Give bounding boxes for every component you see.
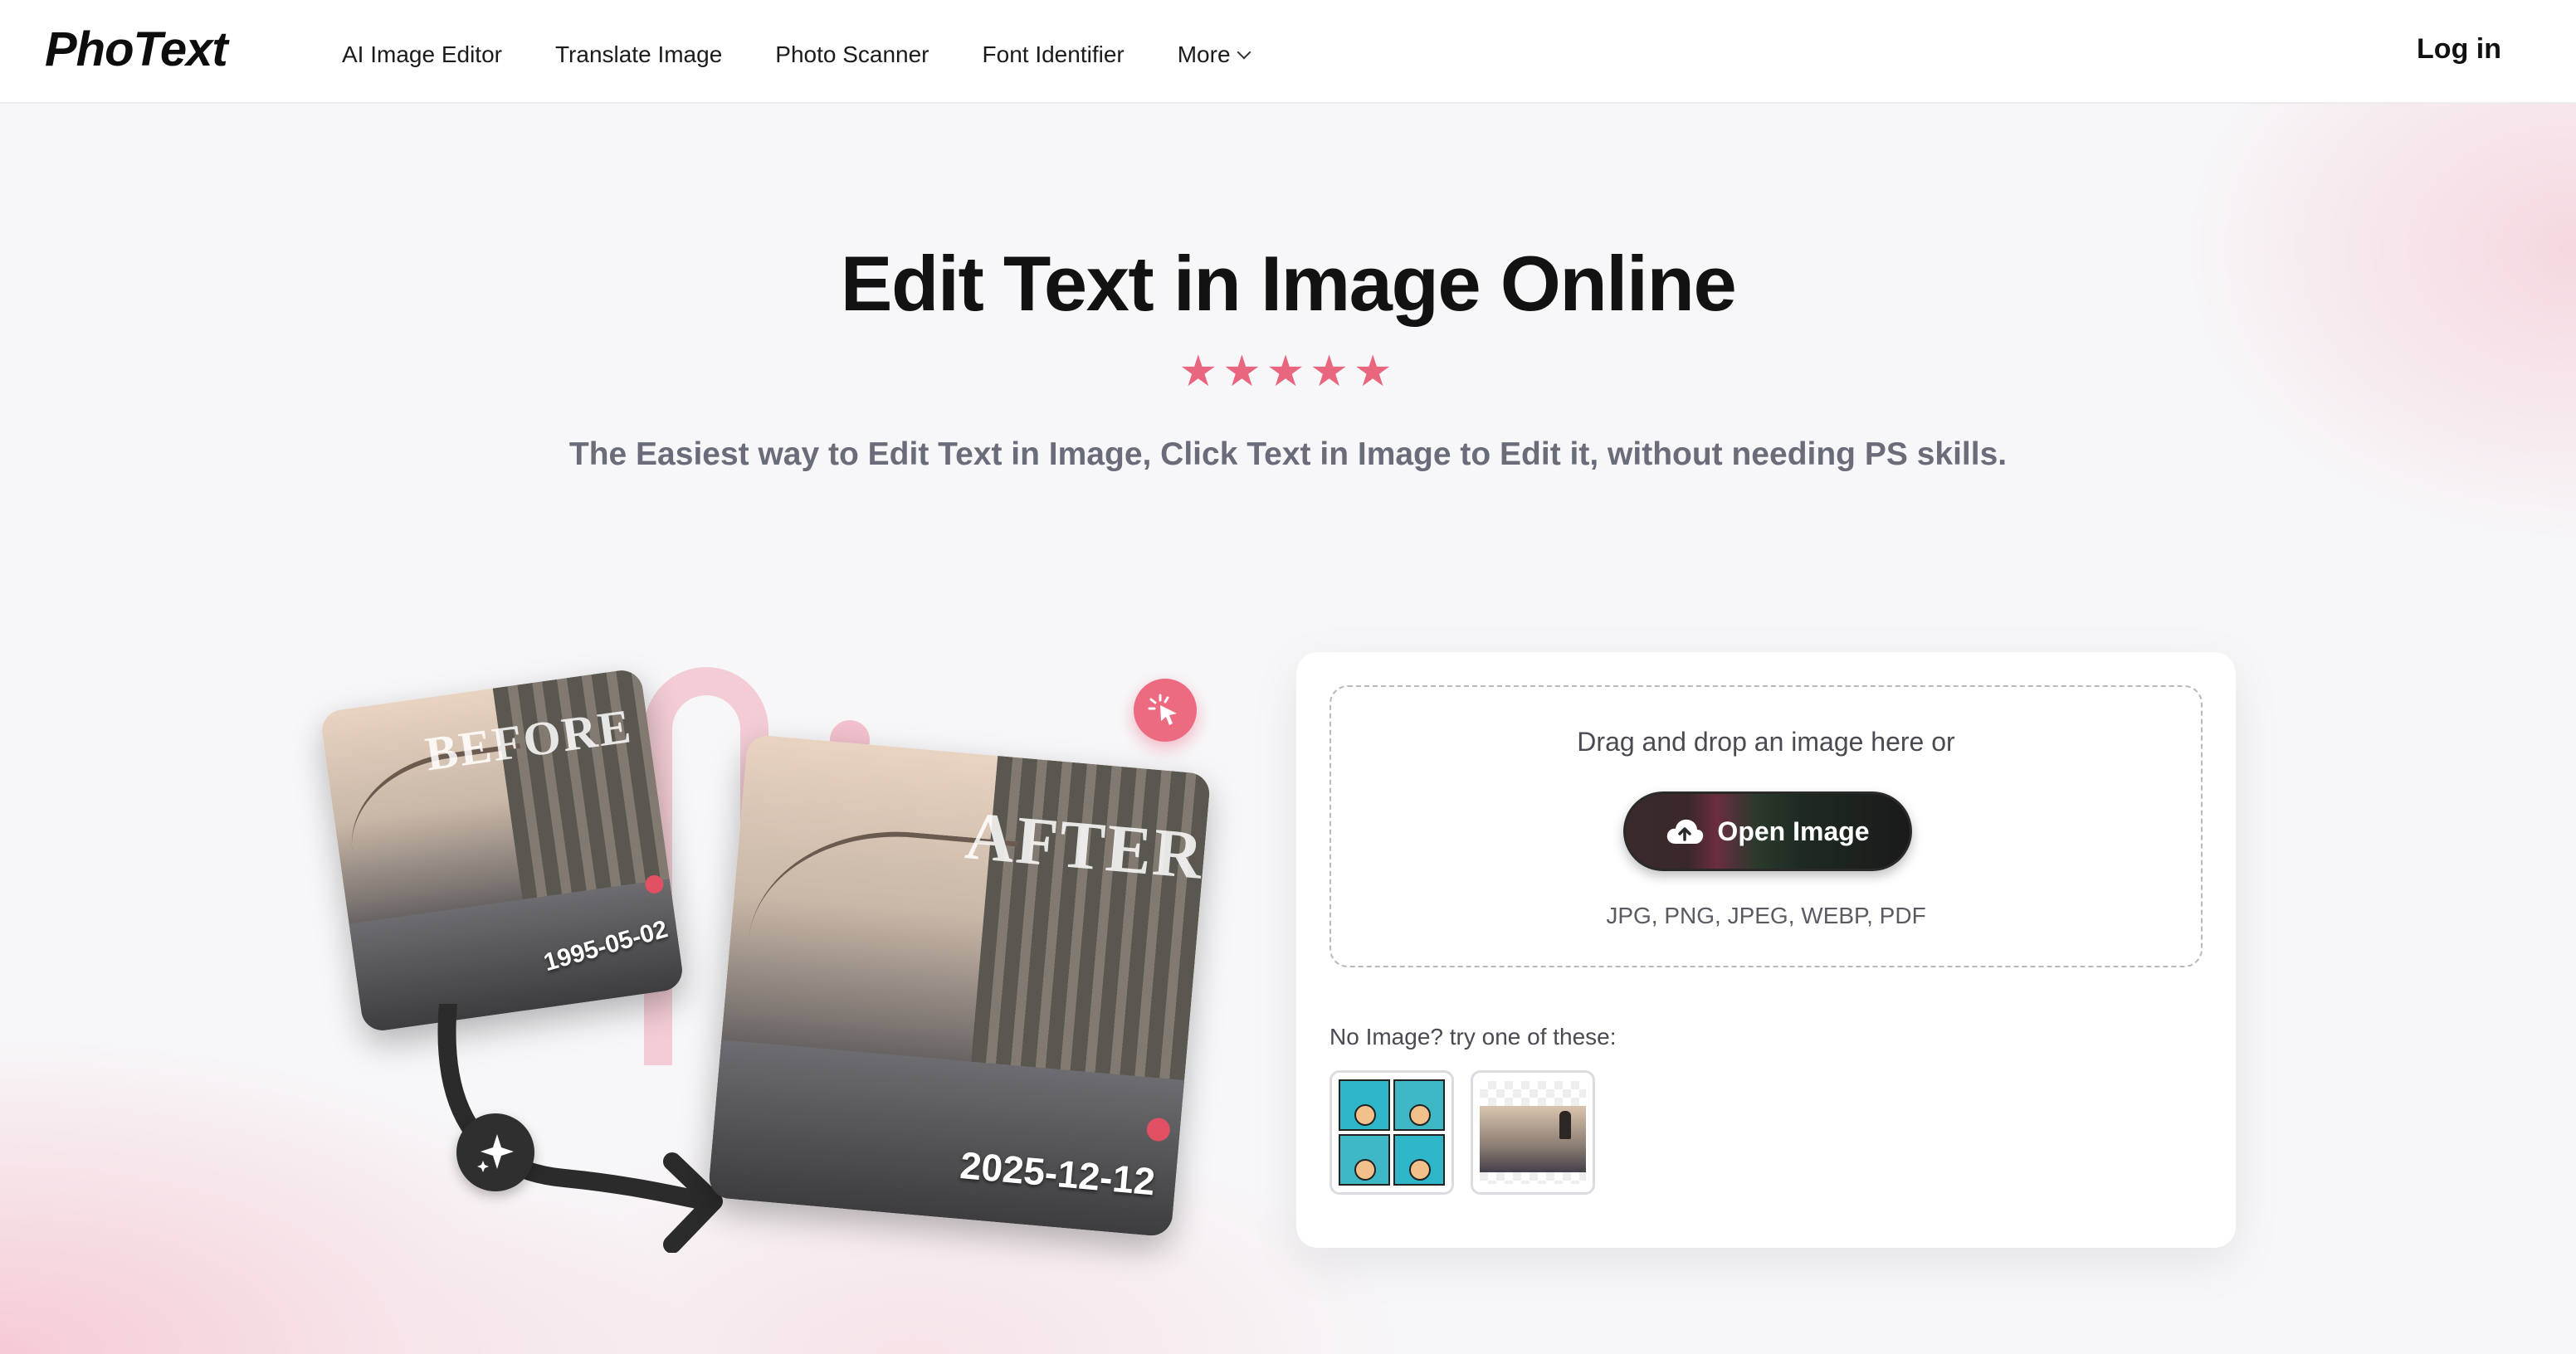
nav-label: AI Image Editor xyxy=(342,41,502,67)
open-image-button[interactable]: Open Image xyxy=(1623,791,1912,871)
nav-photo-scanner[interactable]: Photo Scanner xyxy=(775,41,929,68)
before-after-illustration: BEFORE 1995-05-02 AFTER 2025-12-12 xyxy=(319,655,1228,1253)
top-header: PhoText AI Image Editor Translate Image … xyxy=(0,0,2576,104)
main-nav: AI Image Editor Translate Image Photo Sc… xyxy=(342,41,1302,68)
nav-label: Photo Scanner xyxy=(775,41,929,67)
after-image-card: AFTER 2025-12-12 xyxy=(707,733,1212,1238)
nav-ai-image-editor[interactable]: AI Image Editor xyxy=(342,41,502,68)
image-dropzone[interactable]: Drag and drop an image here or Open Imag… xyxy=(1329,685,2203,967)
cloud-upload-icon xyxy=(1666,817,1704,845)
supported-formats: JPG, PNG, JPEG, WEBP, PDF xyxy=(1606,903,1926,928)
click-cursor-icon xyxy=(1134,679,1197,742)
login-link[interactable]: Log in xyxy=(2417,33,2501,66)
nav-translate-image[interactable]: Translate Image xyxy=(555,41,722,68)
photo-thumbnail xyxy=(1480,1081,1586,1184)
nav-label: More xyxy=(1177,41,1231,67)
sample-image-comic[interactable] xyxy=(1329,1070,1454,1195)
open-image-label: Open Image xyxy=(1717,816,1870,846)
before-image-card: BEFORE 1995-05-02 xyxy=(319,667,685,1034)
sample-prompt: No Image? try one of these: xyxy=(1329,1024,1617,1050)
upload-panel: Drag and drop an image here or Open Imag… xyxy=(1296,652,2236,1248)
page-title: Edit Text in Image Online xyxy=(840,240,1737,327)
nav-font-identifier[interactable]: Font Identifier xyxy=(983,41,1125,68)
nav-label: Translate Image xyxy=(554,41,723,67)
sample-image-photo[interactable] xyxy=(1471,1070,1595,1195)
logo[interactable]: PhoText xyxy=(45,22,228,77)
nav-label: Font Identifier xyxy=(982,41,1125,67)
chevron-down-icon xyxy=(1237,45,1251,60)
sparkle-icon xyxy=(456,1113,534,1191)
comic-thumbnail xyxy=(1339,1079,1445,1186)
dropzone-text: Drag and drop an image here or xyxy=(1577,727,1955,757)
rating-stars-icon: ★★★★★ xyxy=(1178,348,1398,396)
hero-subtitle: The Easiest way to Edit Text in Image, C… xyxy=(568,436,2008,472)
nav-more-dropdown[interactable]: More xyxy=(1177,41,1251,68)
